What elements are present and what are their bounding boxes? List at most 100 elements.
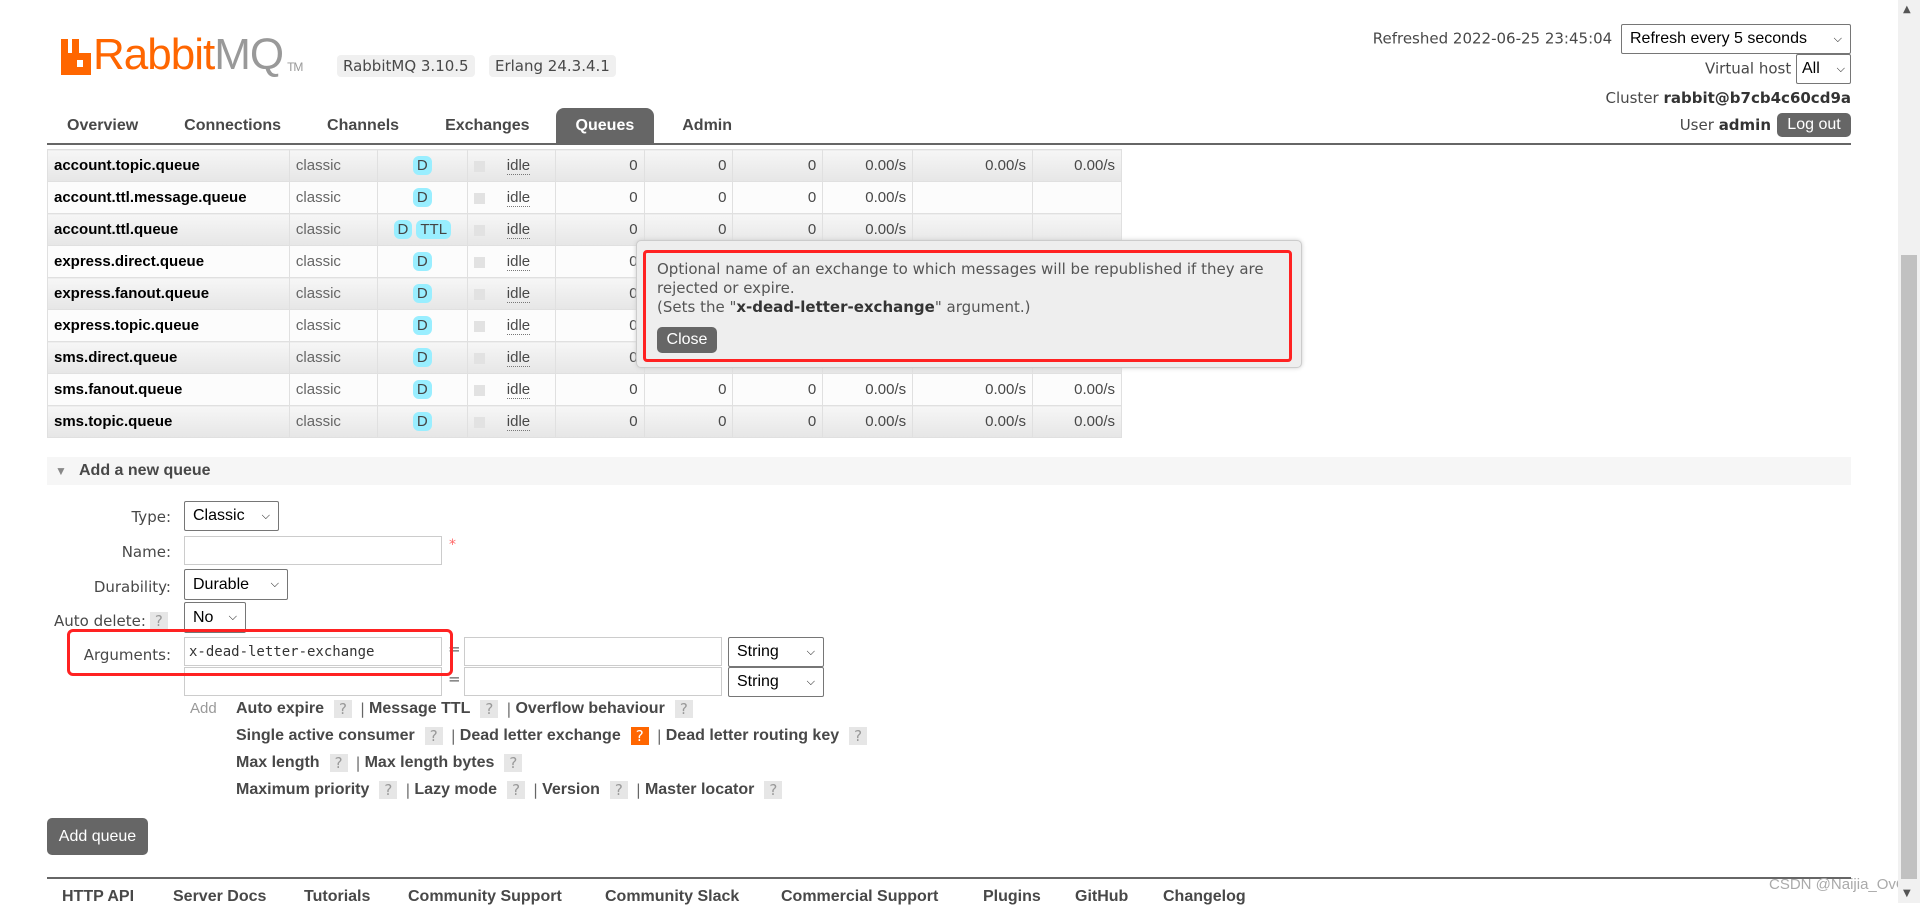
- tab-admin[interactable]: Admin: [662, 108, 752, 143]
- argument-value-input[interactable]: [464, 637, 722, 666]
- chevron-down-icon: ⌵: [806, 675, 815, 688]
- footer-link[interactable]: Community Support: [408, 888, 562, 906]
- queue-name-link[interactable]: account.ttl.queue: [47, 213, 290, 246]
- tab-channels[interactable]: Channels: [301, 108, 419, 143]
- footer-link[interactable]: GitHub: [1075, 888, 1128, 906]
- help-icon[interactable]: ?: [849, 727, 868, 745]
- rate-deliver: 0.00/s: [912, 405, 1034, 438]
- help-icon[interactable]: ?: [334, 700, 352, 718]
- chevron-down-icon: ⌵: [228, 611, 237, 623]
- help-icon[interactable]: ?: [504, 754, 523, 772]
- tab-queues[interactable]: Queues: [555, 108, 655, 143]
- footer-link[interactable]: Commercial Support: [781, 888, 938, 906]
- tab-overview[interactable]: Overview: [47, 108, 158, 143]
- queue-features: D: [376, 245, 468, 278]
- queue-features: D: [376, 373, 468, 406]
- messages-ready: 0: [554, 213, 645, 246]
- argument-shortcut-link[interactable]: Maximum priority: [236, 781, 369, 799]
- help-icon[interactable]: ?: [507, 781, 526, 799]
- help-icon[interactable]: ?: [480, 700, 499, 718]
- argument-shortcut-link[interactable]: Single active consumer: [236, 727, 415, 745]
- footer-link[interactable]: Plugins: [983, 888, 1041, 906]
- footer-link[interactable]: Server Docs: [173, 888, 266, 906]
- queue-name-link[interactable]: express.fanout.queue: [47, 277, 290, 310]
- refresh-area: Refreshed 2022-06-25 23:45:04 Refresh ev…: [1373, 24, 1851, 54]
- queue-name-link[interactable]: express.direct.queue: [47, 245, 290, 278]
- rate-ack: [1032, 181, 1122, 214]
- argument-type-select[interactable]: String ⌵: [728, 667, 824, 697]
- collapse-triangle-icon: ▼: [55, 464, 67, 478]
- scroll-down-icon[interactable]: ▼: [1903, 888, 1911, 899]
- argument-shortcut-link[interactable]: Auto expire: [236, 700, 324, 718]
- messages-ready: 0: [554, 341, 645, 374]
- argument-shortcut-link[interactable]: Version: [542, 781, 600, 799]
- durability-label: Durability:: [93, 578, 171, 596]
- argument-shortcut-link[interactable]: Overflow behaviour: [515, 700, 664, 718]
- separator: |: [355, 754, 361, 772]
- argument-shortcut-link[interactable]: Message TTL: [369, 700, 470, 718]
- feature-badge: D: [412, 412, 432, 431]
- state-indicator-icon: [473, 288, 485, 300]
- table-row: account.ttl.message.queue classic D idle…: [47, 181, 1122, 214]
- separator: |: [506, 700, 512, 718]
- argument-shortcut-link[interactable]: Dead letter routing key: [666, 727, 839, 745]
- name-input[interactable]: [184, 536, 442, 565]
- footer-link[interactable]: HTTP API: [62, 888, 134, 906]
- chevron-down-icon: ⌵: [261, 509, 270, 522]
- scrollbar-thumb[interactable]: [1901, 255, 1917, 879]
- vhost-area: Virtual host All ⌵: [1705, 54, 1851, 84]
- footer-link[interactable]: Changelog: [1163, 888, 1246, 906]
- refresh-interval-select[interactable]: Refresh every 5 seconds ⌵: [1621, 24, 1851, 54]
- chevron-down-icon: ⌵: [1833, 32, 1842, 45]
- help-icon[interactable]: ?: [149, 612, 168, 630]
- rate-ack: 0.00/s: [1032, 373, 1122, 406]
- queue-name-link[interactable]: sms.fanout.queue: [47, 373, 290, 406]
- queue-state: idle: [466, 277, 556, 310]
- tab-exchanges[interactable]: Exchanges: [419, 108, 549, 143]
- footer-link[interactable]: Tutorials: [304, 888, 370, 906]
- auto-delete-label-wrap: Auto delete:?: [54, 612, 172, 630]
- rate-incoming: 0.00/s: [822, 405, 914, 438]
- queue-type: classic: [288, 181, 378, 214]
- durability-select[interactable]: Durable ⌵: [184, 569, 288, 600]
- queue-name-link[interactable]: account.topic.queue: [47, 149, 290, 182]
- queue-name-link[interactable]: sms.topic.queue: [47, 405, 290, 438]
- vhost-select[interactable]: All ⌵: [1796, 54, 1851, 84]
- footer-link[interactable]: Community Slack: [605, 888, 739, 906]
- table-row: account.topic.queue classic D idle 0 0 0…: [47, 149, 1122, 182]
- type-select[interactable]: Classic ⌵: [184, 501, 279, 531]
- rabbitmq-version: RabbitMQ 3.10.5: [337, 55, 475, 77]
- queue-name-link[interactable]: express.topic.queue: [47, 309, 290, 342]
- state-indicator-icon: [473, 224, 485, 236]
- help-icon[interactable]: ?: [764, 781, 783, 799]
- argument-shortcut-link[interactable]: Lazy mode: [414, 781, 497, 799]
- rabbit-logo-icon: [61, 39, 91, 75]
- queue-type: classic: [288, 341, 378, 374]
- argument-shortcut-link[interactable]: Max length bytes: [365, 754, 495, 772]
- add-queue-section-header[interactable]: ▼ Add a new queue: [47, 457, 1851, 485]
- scroll-up-icon[interactable]: ▲: [1903, 4, 1911, 15]
- chevron-down-icon: ⌵: [270, 578, 279, 590]
- queue-name-link[interactable]: sms.direct.queue: [47, 341, 290, 374]
- help-icon[interactable]: ?: [674, 700, 693, 718]
- state-indicator-icon: [473, 160, 485, 172]
- separator: |: [533, 781, 539, 799]
- tab-connections[interactable]: Connections: [158, 108, 301, 143]
- queue-name-link[interactable]: account.ttl.message.queue: [47, 181, 290, 214]
- state-indicator-icon: [473, 320, 485, 332]
- argument-type-select[interactable]: String ⌵: [728, 637, 824, 667]
- help-icon[interactable]: ?: [630, 727, 649, 745]
- tooltip-close-button[interactable]: Close: [657, 327, 717, 353]
- watermark: CSDN @Naijia_OvO: [1769, 876, 1908, 893]
- help-icon[interactable]: ?: [424, 727, 443, 745]
- add-queue-button[interactable]: Add queue: [47, 818, 148, 855]
- argument-value-input[interactable]: [464, 667, 722, 696]
- argument-shortcut-link[interactable]: Dead letter exchange: [460, 727, 621, 745]
- help-icon[interactable]: ?: [379, 781, 398, 799]
- help-icon[interactable]: ?: [609, 781, 628, 799]
- queue-type: classic: [288, 405, 378, 438]
- help-icon[interactable]: ?: [329, 754, 348, 772]
- argument-shortcut-link[interactable]: Master locator: [645, 781, 754, 799]
- argument-shortcut-link[interactable]: Max length: [236, 754, 320, 772]
- messages-unacked: 0: [643, 181, 734, 214]
